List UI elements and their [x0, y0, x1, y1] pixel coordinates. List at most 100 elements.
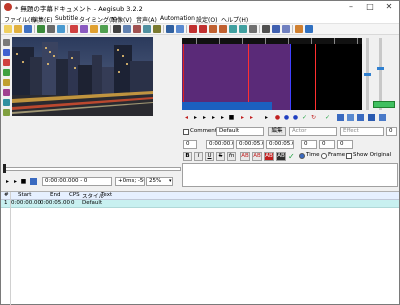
outline-color-button[interactable]: AB [264, 152, 274, 161]
set-end-icon[interactable] [219, 25, 227, 33]
timing-post-icon[interactable] [166, 25, 174, 33]
view-icon[interactable] [282, 25, 290, 33]
spell-check-icon[interactable] [153, 25, 161, 33]
vector-clip-tool-icon[interactable] [3, 99, 10, 106]
jump-video-icon[interactable] [47, 25, 55, 33]
snap-end-icon[interactable] [199, 25, 207, 33]
menu-help[interactable]: ヘルプ(H) [221, 15, 248, 24]
prev-line-icon[interactable]: ◂ [183, 114, 190, 121]
play-end-icon[interactable]: ▸ [248, 114, 255, 121]
styles-manager-icon[interactable] [70, 25, 78, 33]
start-time-field[interactable]: 0:00:00.00 [206, 140, 234, 149]
scale-tool-icon[interactable] [3, 79, 10, 86]
shadow-color-button[interactable]: AB [276, 152, 286, 161]
play-line-icon[interactable]: ▸ [201, 114, 208, 121]
video-play-icon[interactable]: ▸ [4, 178, 11, 185]
move-tool-icon[interactable] [3, 109, 10, 116]
play-to-end-icon[interactable]: ▸ [263, 114, 270, 121]
video-autoscroll-icon[interactable] [30, 178, 37, 185]
time-radio[interactable] [299, 153, 305, 159]
open-file-icon[interactable] [14, 25, 22, 33]
table-row[interactable]: 1 0:00:00.00 0:00:05.00 0 Default [1, 200, 399, 208]
menu-video[interactable]: 映像(V) [111, 15, 132, 24]
rotate-z-tool-icon[interactable] [3, 59, 10, 66]
menu-edit[interactable]: 編集(E) [32, 15, 52, 24]
auto-next-icon[interactable] [347, 114, 354, 121]
new-file-icon[interactable] [4, 25, 12, 33]
menu-subtitle[interactable]: Subtitle [55, 15, 78, 22]
end-time-field[interactable]: 0:00:05.00 [236, 140, 264, 149]
video-play-line-icon[interactable]: ▸ [12, 178, 19, 185]
tools-icon[interactable] [295, 25, 303, 33]
drag-tool-icon[interactable] [3, 49, 10, 56]
effect-margin-field[interactable]: 0 [386, 127, 397, 136]
layer-spin[interactable]: 0 [183, 140, 197, 149]
primary-color-button[interactable]: AB [240, 152, 250, 161]
play-after-icon[interactable]: ▸ [219, 114, 226, 121]
actor-field[interactable]: Actor [289, 127, 337, 136]
subtitle-text-editor[interactable] [182, 163, 398, 187]
strikeout-button[interactable]: S [216, 152, 225, 161]
secondary-color-button[interactable]: AB [252, 152, 262, 161]
video-display[interactable] [12, 37, 153, 116]
properties-icon[interactable] [80, 25, 88, 33]
commit-line-icon[interactable]: ✓ [288, 152, 295, 161]
standard-tool-icon[interactable] [3, 39, 10, 46]
commit-icon-b[interactable]: ● [283, 114, 290, 121]
audio-volume-slider[interactable] [377, 67, 384, 70]
effect-field[interactable]: Effect [340, 127, 384, 136]
minimize-button[interactable]: – [344, 1, 358, 13]
find-icon[interactable] [123, 25, 131, 33]
italic-button[interactable]: I [194, 152, 203, 161]
commit-icon-a[interactable]: ● [274, 114, 281, 121]
duration-field[interactable]: 0:00:05.00 [266, 140, 294, 149]
video-time-field[interactable]: 0:00:00.000 - 0 [42, 177, 112, 186]
set-start-icon[interactable] [209, 25, 217, 33]
font-button[interactable]: fn [227, 152, 236, 161]
audio-volume-track[interactable] [379, 38, 382, 110]
audio-zoom-slider[interactable] [364, 73, 371, 76]
stop-icon[interactable]: ■ [228, 114, 235, 121]
jump-start-icon[interactable] [229, 25, 237, 33]
play-start-icon[interactable]: ▸ [239, 114, 246, 121]
close-button[interactable]: ✕ [382, 1, 396, 13]
fonts-collector-icon[interactable] [100, 25, 108, 33]
video-stop-icon[interactable]: ■ [20, 178, 27, 185]
snap-start-icon[interactable] [189, 25, 197, 33]
menu-settings[interactable]: 設定(O) [196, 15, 217, 24]
play-before-icon[interactable]: ▸ [210, 114, 217, 121]
margin-vertical-field[interactable]: 0 [337, 140, 353, 149]
go-to-icon[interactable]: ✓ [301, 114, 308, 121]
replace-icon[interactable] [133, 25, 141, 33]
open-video-icon[interactable] [37, 25, 45, 33]
edit-style-button[interactable]: 編集 [268, 127, 286, 136]
play-selection-icon[interactable]: ▸ [192, 114, 199, 121]
shift-times-icon[interactable] [143, 25, 151, 33]
margin-right-field[interactable]: 0 [319, 140, 335, 149]
karaoke-mode-icon[interactable] [379, 114, 386, 121]
commit-check-icon[interactable]: ✓ [324, 114, 331, 121]
video-seek-handle[interactable] [3, 164, 6, 173]
comment-checkbox[interactable] [183, 129, 189, 135]
auto-commit-icon[interactable] [337, 114, 344, 121]
bold-button[interactable]: B [183, 152, 192, 161]
revert-icon[interactable]: ↻ [310, 114, 317, 121]
help-icon[interactable] [305, 25, 313, 33]
underline-button[interactable]: U [205, 152, 214, 161]
save-file-icon[interactable] [24, 25, 32, 33]
maximize-button[interactable]: □ [363, 1, 377, 13]
auto-scroll-icon[interactable] [357, 114, 364, 121]
link-audio-toggle[interactable] [373, 101, 395, 108]
margin-left-field[interactable]: 0 [301, 140, 317, 149]
rotate-xy-tool-icon[interactable] [3, 69, 10, 76]
options-icon[interactable] [262, 25, 270, 33]
style-select[interactable]: Default [216, 127, 264, 136]
menu-audio[interactable]: 音声(A) [136, 15, 157, 24]
spectrum-mode-icon[interactable] [368, 114, 375, 121]
audio-display[interactable] [182, 38, 362, 110]
show-original-checkbox[interactable] [346, 153, 352, 159]
attachments-icon[interactable] [90, 25, 98, 33]
clip-tool-icon[interactable] [3, 89, 10, 96]
next-icon[interactable]: ● [292, 114, 299, 121]
automation-icon[interactable] [113, 25, 121, 33]
